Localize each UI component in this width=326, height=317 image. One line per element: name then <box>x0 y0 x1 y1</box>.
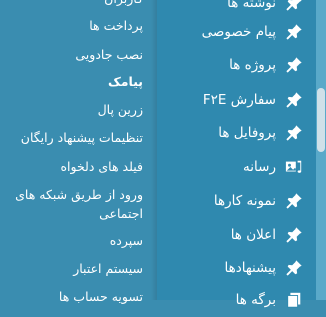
submenu-item-magic-install[interactable]: نصب جادویی <box>0 45 143 64</box>
pin-icon <box>284 0 304 13</box>
pin-icon <box>284 123 304 143</box>
menu-item-media[interactable]: رسانه <box>157 150 316 184</box>
menu-item-label: برگه ها <box>235 292 276 308</box>
pages-icon <box>284 290 304 310</box>
menu-item-label: اعلان ها <box>230 227 276 243</box>
scrollbar-thumb[interactable] <box>317 88 325 152</box>
pin-icon <box>284 225 304 245</box>
pin-icon <box>284 191 304 211</box>
submenu-item-users[interactable]: کاربران <box>0 0 143 8</box>
menu-item-label: پیشنهادها <box>224 260 276 276</box>
menu-item-profiles[interactable]: پروفایل ها <box>157 116 316 150</box>
media-icon <box>284 157 304 177</box>
menu-item-f2e-orders[interactable]: سفارش F۲E <box>157 83 316 117</box>
pin-icon <box>284 22 304 42</box>
submenu-item-sms[interactable]: پیامک <box>0 72 143 91</box>
menu-item-label: پیام خصوصی <box>201 24 276 40</box>
pin-icon <box>284 90 304 110</box>
submenu-item-free-bid-settings[interactable]: تنظیمات پیشنهاد رایگان <box>0 128 143 147</box>
menu-item-notifications[interactable]: اعلان ها <box>157 218 316 252</box>
pin-icon <box>284 258 304 278</box>
admin-main-menu: نوشته ها پیام خصوصی پروژه ها سفارش F۲E پ… <box>157 0 316 308</box>
submenu-item-social-login[interactable]: ورود از طریق شبکه های اجتماعی <box>0 185 143 223</box>
menu-item-label: نمونه کارها <box>213 193 276 209</box>
menu-item-label: پروژه ها <box>229 57 276 73</box>
menu-item-portfolio[interactable]: نمونه کارها <box>157 184 316 218</box>
submenu-item-settlements[interactable]: تسویه حساب ها <box>0 287 143 306</box>
submenu-item-deposit[interactable]: سپرده <box>0 231 143 250</box>
submenu-flyout: کاربران پرداخت ها نصب جادویی پیامک زرین … <box>0 0 157 304</box>
submenu-item-custom-fields[interactable]: فیلد های دلخواه <box>0 157 143 176</box>
pin-icon <box>284 55 304 75</box>
submenu-item-zarinpal[interactable]: زرین پال <box>0 100 143 119</box>
menu-item-label: نوشته ها <box>227 0 276 11</box>
menu-item-label: رسانه <box>243 159 276 175</box>
submenu-item-credit-system[interactable]: سیستم اعتبار <box>0 259 143 278</box>
menu-item-label: پروفایل ها <box>218 125 276 141</box>
menu-item-projects[interactable]: پروژه ها <box>157 48 316 82</box>
menu-item-label: سفارش F۲E <box>202 92 276 108</box>
menu-item-bids[interactable]: پیشنهادها <box>157 251 316 285</box>
menu-item-pages[interactable]: برگه ها <box>157 283 316 317</box>
submenu-item-payments[interactable]: پرداخت ها <box>0 16 143 35</box>
menu-item-private-messages[interactable]: پیام خصوصی <box>157 15 316 49</box>
